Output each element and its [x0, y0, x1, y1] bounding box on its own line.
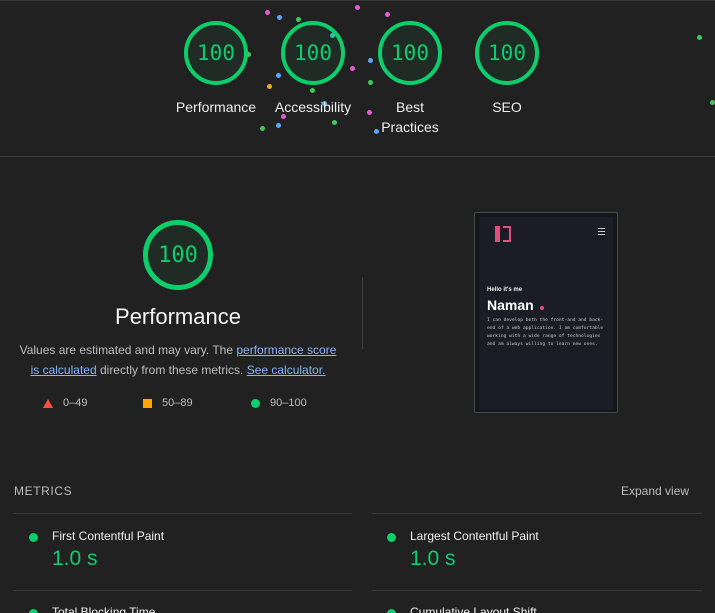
score-ring: 100: [378, 21, 442, 85]
vertical-divider: [362, 277, 363, 349]
logo-stroke: [503, 226, 511, 242]
pass-circle-icon: [29, 533, 38, 542]
metrics-heading: METRICS: [14, 484, 73, 498]
legend-pass: 90–100: [251, 397, 307, 409]
logo-stroke: [495, 226, 500, 242]
site-logo-icon: [495, 226, 511, 242]
hamburger-menu-icon: [598, 228, 605, 235]
description-text: Values are estimated and may vary. The: [19, 343, 237, 357]
hero-greeting: Hello it's me: [487, 287, 523, 293]
description-text: directly from these metrics.: [96, 363, 247, 377]
top-divider: [0, 0, 715, 1]
legend-range: 50–89: [162, 397, 193, 409]
accent-dot: [540, 306, 544, 310]
confetti-dot: [277, 15, 282, 20]
category-label: Best Practices: [381, 99, 439, 135]
metric-divider: [14, 590, 352, 591]
score-value: 100: [197, 41, 235, 65]
metric-label: Largest Contentful Paint: [410, 529, 539, 543]
score-value: 100: [294, 41, 332, 65]
final-screenshot-thumbnail[interactable]: Hello it's me Naman I can develop both t…: [474, 212, 618, 413]
category-label: SEO: [492, 99, 522, 115]
pass-circle-icon: [387, 609, 396, 613]
metric-divider: [372, 513, 702, 514]
see-calculator-link[interactable]: See calculator.: [247, 363, 326, 377]
confetti-dot: [385, 12, 390, 17]
score-value: 100: [391, 41, 429, 65]
legend-range: 90–100: [270, 397, 307, 409]
confetti-dot: [332, 120, 337, 125]
square-icon: [143, 398, 152, 408]
metric-divider: [14, 513, 352, 514]
legend-range: 0–49: [63, 397, 88, 409]
screenshot-page: Hello it's me Naman I can develop both t…: [479, 217, 613, 410]
hero-bio: I can develop both the front-and and bac…: [487, 318, 604, 347]
metric-value: 1.0 s: [410, 547, 456, 570]
category-gauge-seo[interactable]: 100 SEO: [442, 21, 572, 117]
metric-label: Total Blocking Time: [52, 605, 156, 613]
confetti-dot: [276, 123, 281, 128]
score-ring: 100: [281, 21, 345, 85]
legend-average: 50–89: [143, 397, 193, 409]
circle-icon: [251, 398, 260, 408]
confetti-dot: [355, 5, 360, 10]
performance-score-value: 100: [158, 242, 198, 268]
expand-view-toggle[interactable]: Expand view: [621, 484, 689, 498]
score-ring: 100: [184, 21, 248, 85]
pass-circle-icon: [387, 533, 396, 542]
confetti-dot: [697, 35, 702, 40]
pass-circle-icon: [29, 609, 38, 613]
metric-value: 1.0 s: [52, 547, 98, 570]
metric-divider: [372, 590, 702, 591]
confetti-dot: [265, 10, 270, 15]
performance-description: Values are estimated and may vary. The p…: [14, 340, 342, 380]
legend-fail: 0–49: [43, 397, 87, 409]
performance-title: Performance: [115, 304, 241, 329]
category-scores-header: 100 Performance 100 Accessibility 100 Be…: [0, 0, 715, 157]
triangle-icon: [43, 398, 53, 408]
metric-label: First Contentful Paint: [52, 529, 165, 543]
hero-name: Naman: [487, 297, 534, 313]
confetti-dot: [710, 100, 715, 105]
score-ring: 100: [475, 21, 539, 85]
performance-score-gauge: 100: [143, 220, 213, 290]
confetti-dot: [260, 126, 265, 131]
score-value: 100: [488, 41, 526, 65]
metric-label: Cumulative Layout Shift: [410, 605, 537, 613]
